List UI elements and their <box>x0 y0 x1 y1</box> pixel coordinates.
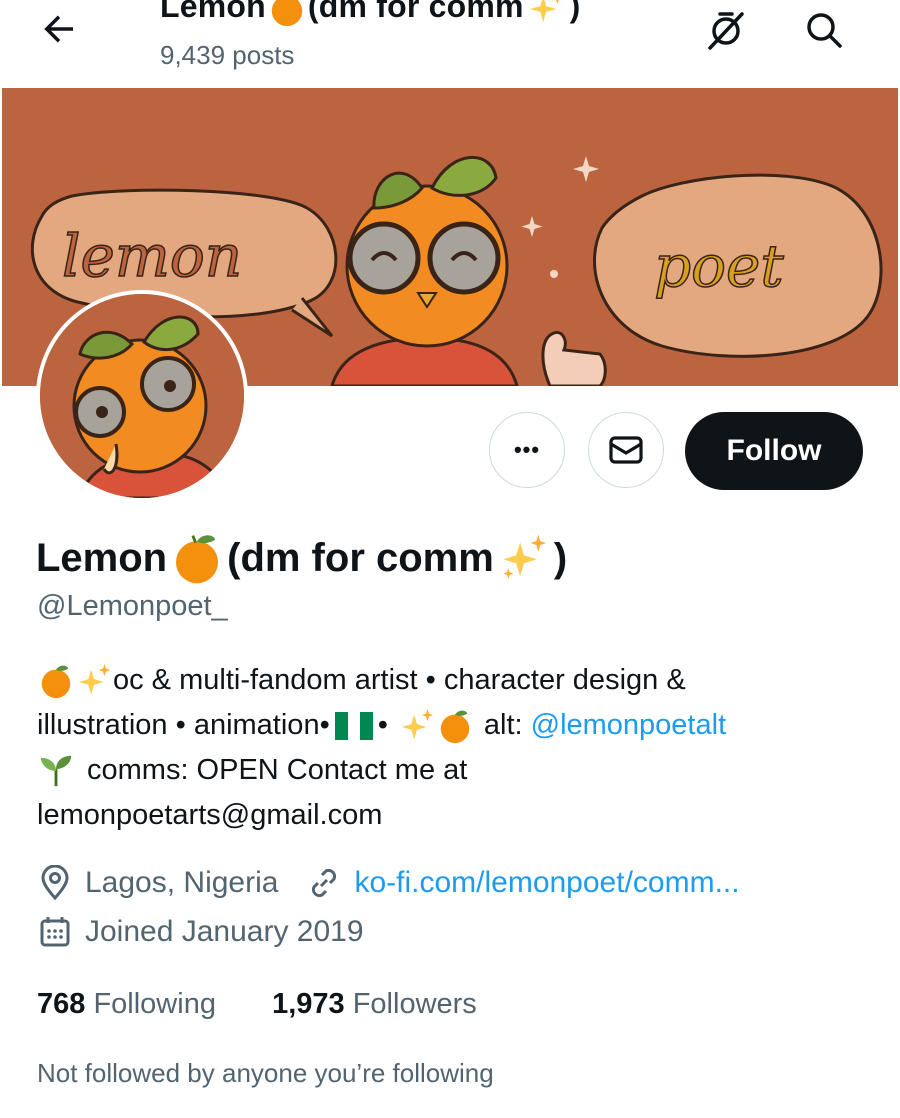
avatar[interactable] <box>36 290 248 502</box>
following-link[interactable]: 768 Following <box>37 988 216 1020</box>
notifications-button[interactable] <box>704 8 748 52</box>
banner-sparkles <box>521 156 599 278</box>
tangerine-emoji-icon <box>41 665 71 698</box>
banner-text-left: lemon <box>62 222 242 290</box>
banner-text-right: poet <box>654 232 784 300</box>
tangerine-emoji-icon <box>176 535 219 584</box>
following-count: 768 <box>37 988 86 1020</box>
bio-email: lemonpoetarts@gmail.com <box>37 799 383 831</box>
bio-line-1: oc & multi-fandom artist • character des… <box>37 658 877 703</box>
nigeria-flag-icon <box>334 711 373 740</box>
header-title-close: ) <box>569 0 581 24</box>
sparkles-emoji-icon <box>503 534 546 579</box>
message-button[interactable] <box>588 412 664 488</box>
display-name-close: ) <box>553 535 568 580</box>
bio-text-3: comms: OPEN Contact me at <box>87 754 468 786</box>
alt-account-link[interactable]: @lemonpoetalt <box>531 703 727 748</box>
more-dots-icon: ••• <box>513 437 541 462</box>
display-name-text: Lemon <box>36 535 168 580</box>
notifications-off-icon <box>708 12 744 50</box>
joined-row: Joined January 2019 <box>37 914 364 950</box>
sparkles-emoji-icon <box>78 663 111 694</box>
following-label: Following <box>93 988 216 1020</box>
link-icon <box>312 868 337 898</box>
bio-separator: • <box>377 709 388 741</box>
back-arrow-icon <box>44 15 73 43</box>
bio: oc & multi-fandom artist • character des… <box>37 658 877 838</box>
bio-line-3: comms: OPEN Contact me at <box>37 748 877 793</box>
location-text: Lagos, Nigeria <box>85 866 279 899</box>
bio-alt-label: alt: <box>483 709 523 741</box>
header-title-name: Lemon <box>160 0 266 24</box>
bio-line-2: illustration • animation• • alt: @lemonp… <box>37 703 877 748</box>
calendar-icon <box>40 917 70 947</box>
sparkles-emoji-icon <box>529 0 559 22</box>
display-name-suffix: (dm for comm <box>227 535 494 580</box>
user-handle: @Lemonpoet_ <box>37 590 228 622</box>
bio-text-1: oc & multi-fandom artist • character des… <box>113 664 686 696</box>
followers-count: 1,973 <box>272 988 345 1020</box>
orange-emoji-icon <box>271 0 303 26</box>
location-pin-icon <box>41 865 69 901</box>
header-title: Lemon (dm for comm) <box>160 0 581 28</box>
envelope-icon <box>609 436 643 464</box>
followers-link[interactable]: 1,973 Followers <box>272 988 477 1020</box>
joined-date: Joined January 2019 <box>85 915 364 948</box>
more-options-button[interactable]: ••• <box>489 412 565 488</box>
search-icon <box>807 13 842 48</box>
avatar-illustration <box>40 294 244 498</box>
header-title-suffix: (dm for comm <box>307 0 524 24</box>
top-bar: Lemon (dm for comm) 9,439 posts <box>0 0 900 88</box>
follow-button[interactable]: Follow <box>685 412 863 490</box>
back-button[interactable] <box>38 8 80 50</box>
display-name: Lemon (dm for comm ) <box>36 530 567 586</box>
tangerine-emoji-icon <box>440 710 470 743</box>
bio-line-4: lemonpoetarts@gmail.com <box>37 793 877 838</box>
seedling-emoji-icon <box>40 755 72 786</box>
social-context: Not followed by anyone you’re following <box>37 1058 494 1088</box>
search-button[interactable] <box>802 8 846 52</box>
post-count: 9,439 posts <box>160 40 295 70</box>
website-link[interactable]: ko-fi.com/lemonpoet/comm... <box>354 866 739 900</box>
banner-character <box>330 155 607 386</box>
follow-stats: 768 Following 1,973 Followers <box>37 988 477 1021</box>
profile-meta-row: Lagos, Nigeria ko-fi.com/lemonpoet/comm.… <box>37 865 740 901</box>
sparkles-emoji-icon <box>401 708 434 739</box>
followers-label: Followers <box>352 988 477 1020</box>
bio-text-2: illustration • animation• <box>37 709 330 741</box>
